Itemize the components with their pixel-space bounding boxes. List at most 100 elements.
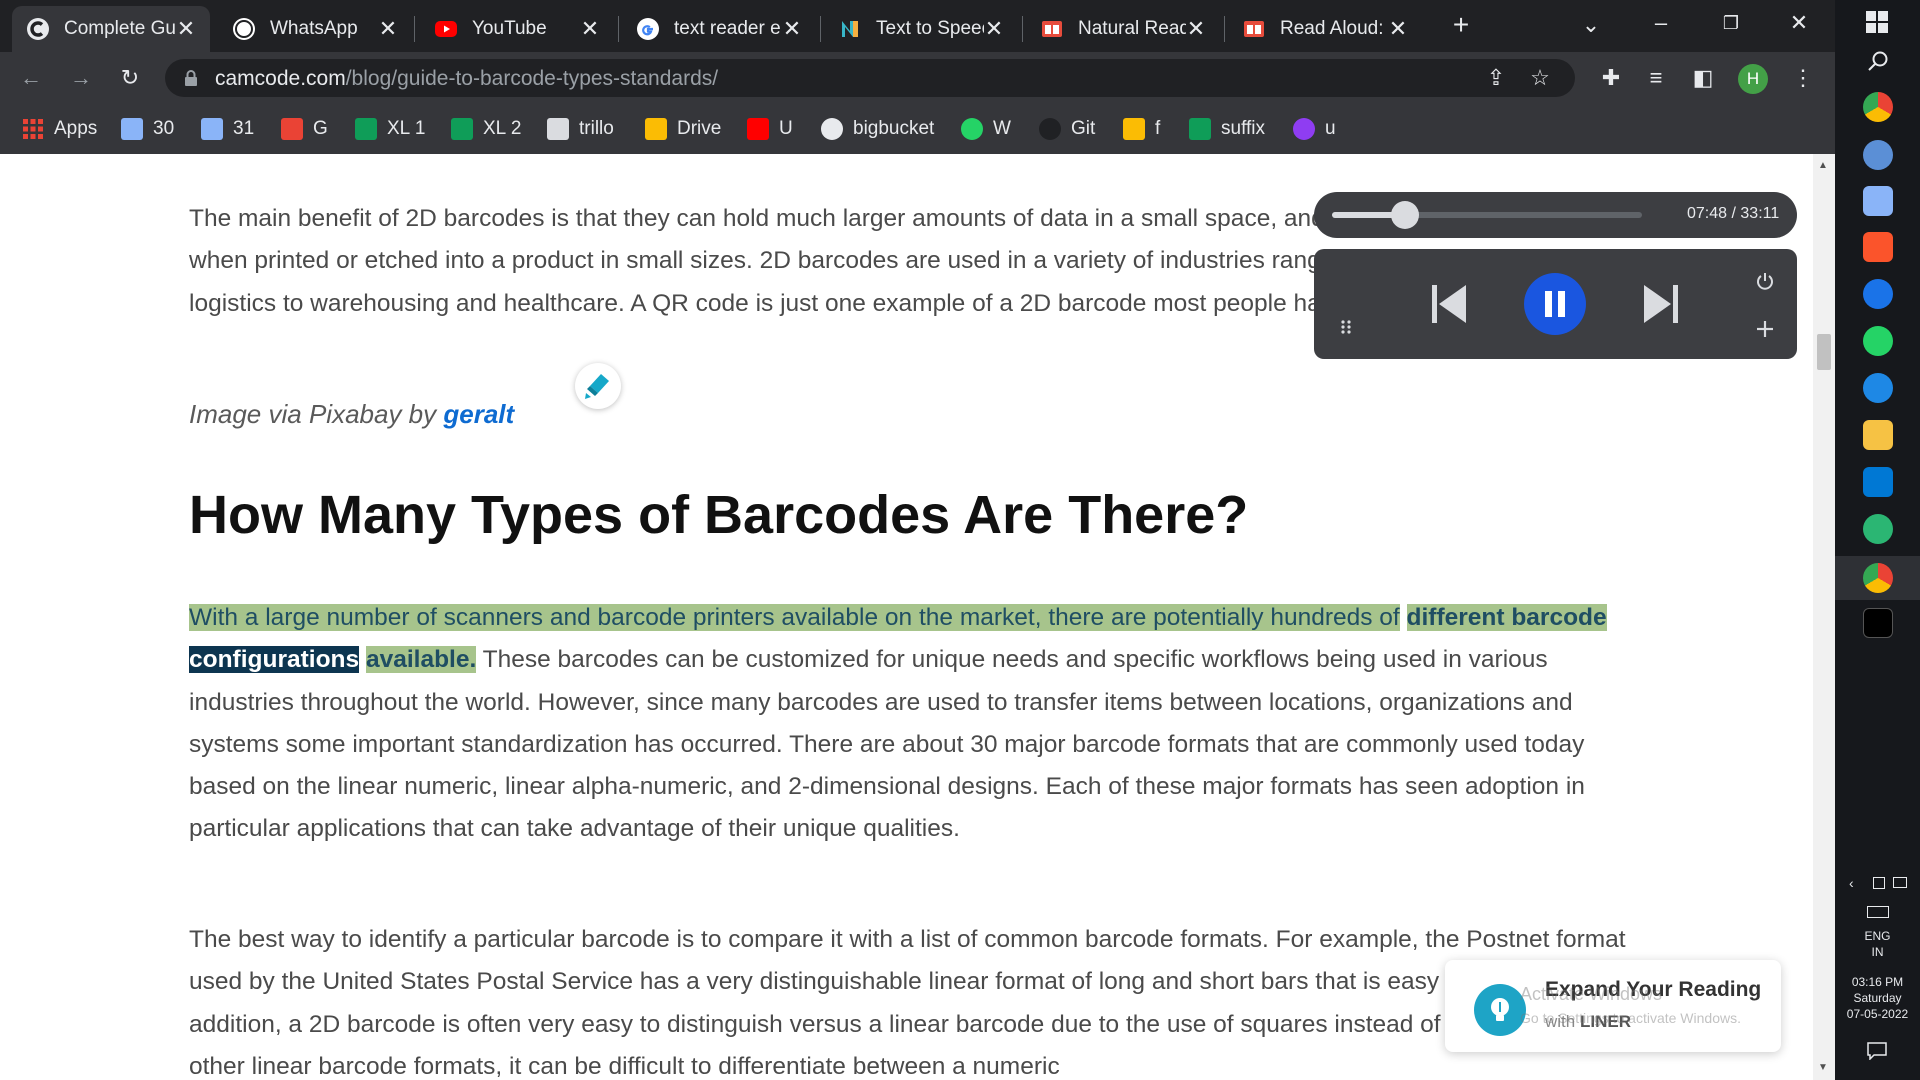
bookmark-apps[interactable]: Apps <box>22 116 97 142</box>
bookmark-gmail[interactable]: G <box>281 116 328 142</box>
close-icon[interactable]: ✕ <box>1186 16 1206 42</box>
windows-start-icon[interactable] <box>1866 11 1888 33</box>
terminal-icon[interactable] <box>1863 608 1893 638</box>
bookmark-f[interactable]: f <box>1123 116 1160 142</box>
bookmark-star-icon[interactable]: ☆ <box>1527 65 1553 91</box>
keyboard-icon[interactable] <box>1867 906 1889 918</box>
reload-icon[interactable]: ↻ <box>117 65 143 91</box>
scroll-down-arrow-icon[interactable]: ▼ <box>1818 1062 1828 1073</box>
gmail-icon <box>281 118 303 140</box>
paragraph-remainder: These barcodes can be customized for uni… <box>189 646 1585 843</box>
close-icon[interactable]: ✕ <box>580 16 600 42</box>
close-window-button[interactable]: ✕ <box>1786 10 1812 36</box>
bookmark-whatsapp[interactable]: W <box>961 116 1011 142</box>
drag-handle-icon[interactable] <box>1340 319 1352 335</box>
chrome-icon[interactable] <box>1863 92 1893 122</box>
bookmark-xl2[interactable]: XL 2 <box>451 116 521 142</box>
vscode-icon[interactable] <box>1863 467 1893 497</box>
notes-app-icon[interactable] <box>1863 186 1893 216</box>
new-tab-button[interactable]: + <box>1448 11 1474 39</box>
power-icon[interactable] <box>1755 271 1775 291</box>
tab-whatsapp[interactable]: WhatsApp ✕ <box>218 6 412 52</box>
tab-divider <box>414 16 415 42</box>
active-app-highlight[interactable] <box>1835 556 1920 600</box>
keep-icon <box>1123 118 1145 140</box>
language-indicator[interactable]: ENG IN <box>1835 928 1920 960</box>
tab-text-to-speech[interactable]: Text to Speec ✕ <box>824 6 1018 52</box>
network-icon[interactable] <box>1873 877 1885 889</box>
display-icon[interactable] <box>1893 877 1907 888</box>
close-icon[interactable]: ✕ <box>176 16 196 42</box>
bookmark-u-youtube[interactable]: U <box>747 116 793 142</box>
bookmark-icon <box>201 118 223 140</box>
github-icon <box>1039 118 1061 140</box>
back-arrow-icon[interactable]: ← <box>18 65 44 91</box>
tab-title: Natural Read <box>1078 18 1186 39</box>
pause-button[interactable] <box>1524 273 1586 335</box>
tab-text-reader[interactable]: text reader e ✕ <box>622 6 816 52</box>
notification-icon[interactable] <box>1867 1042 1887 1060</box>
bookmark-bigbucket[interactable]: bigbucket <box>821 116 934 142</box>
browser-toolbar: ← → ↻ camcode.com/blog/guide-to-barcode-… <box>0 52 1835 104</box>
highlighter-button[interactable] <box>575 363 621 409</box>
close-icon[interactable]: ✕ <box>984 16 1004 42</box>
bookmark-30[interactable]: 30 <box>121 116 174 142</box>
address-bar[interactable]: camcode.com/blog/guide-to-barcode-types-… <box>165 59 1575 97</box>
bookmark-trillo[interactable]: trillo <box>547 116 614 142</box>
youtube-icon <box>435 21 457 37</box>
brave-icon[interactable] <box>1863 232 1893 262</box>
chat-app-icon[interactable] <box>1863 514 1893 544</box>
bookmark-suffix[interactable]: suffix <box>1189 116 1265 142</box>
close-icon[interactable]: ✕ <box>1388 16 1408 42</box>
bookmark-u[interactable]: u <box>1293 116 1336 142</box>
scrollbar-thumb[interactable] <box>1817 334 1831 370</box>
close-icon[interactable]: ✕ <box>782 16 802 42</box>
playback-time: 07:48 / 33:11 <box>1687 205 1780 222</box>
bookmark-icon <box>121 118 143 140</box>
clock[interactable]: 03:16 PM Saturday 07-05-2022 <box>1835 974 1920 1022</box>
file-explorer-icon[interactable] <box>1863 420 1893 450</box>
bookmark-31[interactable]: 31 <box>201 116 254 142</box>
share-icon[interactable]: ⇪ <box>1483 65 1509 91</box>
maps-pin-icon[interactable] <box>1863 279 1893 309</box>
bookmark-xl1[interactable]: XL 1 <box>355 116 425 142</box>
sheets-icon <box>355 118 377 140</box>
tab-natural-reader[interactable]: Natural Read ✕ <box>1026 6 1220 52</box>
browser-window: Complete Gu ✕ WhatsApp ✕ YouTube ✕ text … <box>0 0 1835 1080</box>
author-link[interactable]: geralt <box>443 399 514 429</box>
reader-progress-bar[interactable]: 07:48 / 33:11 <box>1314 192 1797 238</box>
skip-previous-icon[interactable] <box>1430 283 1468 325</box>
tab-youtube[interactable]: YouTube ✕ <box>420 6 614 52</box>
reader-controls-panel <box>1314 249 1797 359</box>
minimize-button[interactable]: – <box>1648 10 1674 36</box>
safari-compass-icon[interactable] <box>1863 373 1893 403</box>
seek-track[interactable] <box>1332 201 1642 229</box>
app-icon[interactable] <box>1863 140 1893 170</box>
whatsapp-icon[interactable] <box>1863 326 1893 356</box>
bookmark-drive[interactable]: Drive <box>645 116 721 142</box>
restore-button[interactable]: ❐ <box>1718 10 1744 36</box>
menu-kebab-icon[interactable]: ⋮ <box>1790 65 1816 91</box>
lock-icon[interactable] <box>183 69 199 87</box>
skip-next-icon[interactable] <box>1642 283 1680 325</box>
add-icon[interactable] <box>1755 319 1775 339</box>
tab-read-aloud[interactable]: Read Aloud: ✕ <box>1228 6 1422 52</box>
tab-search-chevron-icon[interactable]: ⌄ <box>1578 12 1604 38</box>
search-icon[interactable] <box>1867 50 1889 72</box>
scroll-up-arrow-icon[interactable]: ▲ <box>1818 160 1828 171</box>
tray-chevron-icon[interactable]: ‹ <box>1849 875 1854 891</box>
reading-list-icon[interactable]: ≡ <box>1643 65 1669 91</box>
readaloud-icon <box>1244 21 1264 37</box>
side-panel-icon[interactable]: ◧ <box>1690 65 1716 91</box>
close-icon[interactable]: ✕ <box>378 16 398 42</box>
liner-promo-toast[interactable]: Expand Your Reading with LINER <box>1445 960 1781 1052</box>
forward-arrow-icon[interactable]: → <box>68 65 94 91</box>
bookmark-git[interactable]: Git <box>1039 116 1095 142</box>
globe-icon <box>821 118 843 140</box>
page-scrollbar[interactable]: ▲ ▼ <box>1813 154 1835 1080</box>
section-heading: How Many Types of Barcodes Are There? <box>189 485 1249 545</box>
seek-handle[interactable] <box>1390 201 1419 229</box>
tab-complete-guide[interactable]: Complete Gu ✕ <box>12 6 210 52</box>
extensions-puzzle-icon[interactable]: ✚ <box>1598 65 1624 91</box>
profile-avatar[interactable]: H <box>1738 64 1768 94</box>
